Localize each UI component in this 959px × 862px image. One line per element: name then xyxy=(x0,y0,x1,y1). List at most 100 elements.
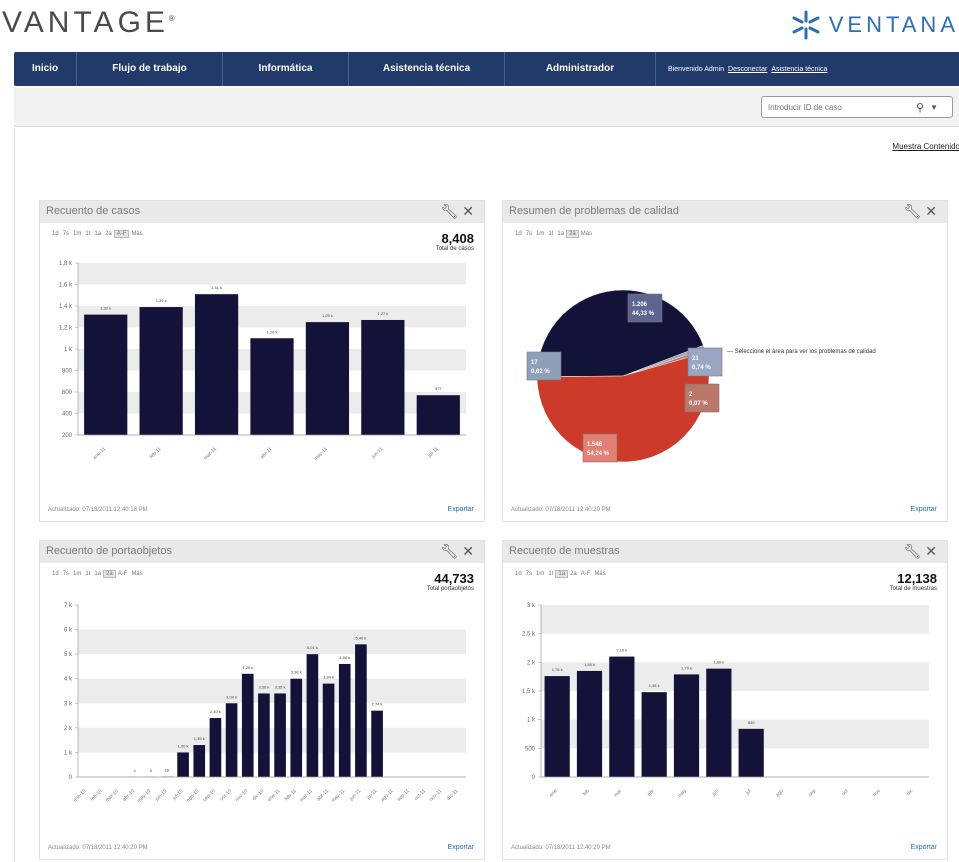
data-label: 3,98 k xyxy=(291,670,302,675)
bar xyxy=(139,307,183,435)
range-option[interactable]: 1a xyxy=(92,231,103,237)
slice-value: 17 xyxy=(531,360,538,366)
range-option[interactable]: 1a xyxy=(555,231,566,237)
export-link[interactable]: Exportar xyxy=(448,506,474,513)
range-option[interactable]: Más xyxy=(129,571,144,577)
close-icon[interactable]: ✕ xyxy=(925,543,941,559)
export-link[interactable]: Exportar xyxy=(911,844,937,851)
quality-pie-chart[interactable]: 1.20644,33 %1.54654,24 %210,74 %20,07 %1… xyxy=(513,261,743,481)
wrench-icon[interactable]: 🔧︎ xyxy=(440,203,462,219)
range-option[interactable]: 7s xyxy=(61,571,71,577)
x-tick-label: ago-10 xyxy=(185,788,200,803)
x-tick-label: ene-11 xyxy=(267,788,282,803)
export-link[interactable]: Exportar xyxy=(911,506,937,513)
bar xyxy=(361,319,405,435)
range-option[interactable]: 1m xyxy=(534,231,546,237)
y-tick-label: 1,5 k xyxy=(522,689,536,695)
range-option[interactable]: 1d xyxy=(513,571,524,577)
bar xyxy=(209,718,222,777)
x-tick-label: ago-11 xyxy=(380,788,395,803)
x-tick-label: sep xyxy=(807,788,817,798)
range-option[interactable]: 1d xyxy=(50,231,61,237)
range-option[interactable]: A-F xyxy=(579,571,593,577)
x-tick-label: feb xyxy=(582,788,591,797)
range-option[interactable]: 2a xyxy=(103,231,114,237)
show-content-link[interactable]: Muestra Contenido xyxy=(892,142,959,151)
wrench-icon[interactable]: 🔧︎ xyxy=(903,203,925,219)
snowflake-icon xyxy=(792,10,820,40)
panel-title: Recuento de muestras xyxy=(509,545,620,557)
range-option[interactable]: 7s xyxy=(524,571,534,577)
y-tick-label: 7 k xyxy=(64,603,73,609)
data-label: 2,10 k xyxy=(616,648,627,653)
range-option[interactable]: 7s xyxy=(61,231,71,237)
nav-inicio[interactable]: Inicio xyxy=(14,52,77,86)
range-selector: 1d 7s 1m 1t 1a 2a Más xyxy=(513,230,594,238)
x-tick-label: jun xyxy=(711,788,721,798)
range-option[interactable]: 7s xyxy=(524,231,534,237)
slice-label-box xyxy=(582,433,618,463)
help-link[interactable]: Asistencia técnica xyxy=(771,66,827,73)
data-label: 3,04 k xyxy=(226,694,237,699)
logout-link[interactable]: Desconectar xyxy=(728,66,767,73)
y-tick-label: 2 k xyxy=(527,660,536,666)
wrench-icon[interactable]: 🔧︎ xyxy=(440,543,462,559)
nav-administrador[interactable]: Administrador xyxy=(505,52,656,86)
bar xyxy=(416,395,460,435)
slides-panel: Recuento de portaobjetos 🔧︎✕ 1d 7s 1m 1t 1a 2… xyxy=(39,540,485,860)
samples-bar-chart: 0 500 1 k 1,5 k 2 k 2,5 k 3 k 1,76 k ene 1,85 k fe… xyxy=(522,603,929,799)
updated-text: Actualizado: 07/18/2011 12:40:20 PM xyxy=(48,845,148,851)
chevron-down-icon[interactable]: ▼ xyxy=(930,103,938,112)
range-option[interactable]: 2a xyxy=(568,571,579,577)
x-tick-label: ago xyxy=(775,788,785,798)
x-tick-label: jul xyxy=(744,788,752,796)
close-icon[interactable]: ✕ xyxy=(925,203,941,219)
slides-bar-chart: 0 1 k 2 k 3 k 4 k 5 k 6 k 7 k ene-10 feb-10 mar-10… xyxy=(64,603,466,804)
range-option[interactable]: Más xyxy=(129,231,144,237)
slice-percent: 54,24 % xyxy=(587,451,610,457)
data-label: 1,51 k xyxy=(211,285,222,290)
y-tick-label: 1 k xyxy=(64,347,73,353)
cases-panel: Recuento de casos 🔧︎✕ 1d 7s 1m 1t 1a 2a A-F Más… xyxy=(39,200,485,522)
y-tick-label: 500 xyxy=(525,746,536,752)
range-option[interactable]: 1d xyxy=(513,231,524,237)
slice-percent: 0,07 % xyxy=(689,401,708,407)
close-icon[interactable]: ✕ xyxy=(462,543,478,559)
export-link[interactable]: Exportar xyxy=(448,844,474,851)
grid-band xyxy=(78,727,466,753)
bar xyxy=(322,683,335,777)
x-tick-label: oct-11 xyxy=(413,788,427,802)
dashboard-content: Muestra Contenido Recuento de casos 🔧︎✕ … xyxy=(14,128,959,862)
close-icon[interactable]: ✕ xyxy=(462,203,478,219)
grid-band xyxy=(78,678,466,704)
search-icon[interactable]: ⚲ xyxy=(916,101,924,114)
range-option[interactable]: 2a xyxy=(566,230,579,238)
x-tick-label: nov-10 xyxy=(234,788,249,803)
total-label: Total de casos xyxy=(435,246,474,252)
data-label: 1,25 k xyxy=(322,313,333,318)
x-tick-label: abr-11 xyxy=(259,446,273,460)
range-option[interactable]: Más xyxy=(579,231,594,237)
x-tick-label: feb-11 xyxy=(284,788,298,802)
range-option[interactable]: Más xyxy=(592,571,607,577)
wrench-icon[interactable]: 🔧︎ xyxy=(903,543,925,559)
grid-band xyxy=(78,306,466,328)
range-option[interactable]: 1m xyxy=(534,571,546,577)
bar xyxy=(338,663,351,777)
nav-flujo-trabajo[interactable]: Flujo de trabajo xyxy=(77,52,223,86)
x-tick-label: mar-10 xyxy=(104,788,120,804)
nav-informatica[interactable]: Informática xyxy=(223,52,349,86)
range-option[interactable]: 1a xyxy=(555,570,569,578)
range-option[interactable]: 1d xyxy=(50,571,61,577)
range-option[interactable]: A-F xyxy=(113,230,130,238)
range-option[interactable]: 1m xyxy=(71,571,83,577)
case-id-input[interactable] xyxy=(766,101,910,113)
range-option[interactable]: 1m xyxy=(71,231,83,237)
nav-asistencia[interactable]: Asistencia técnica xyxy=(349,52,505,86)
x-tick-label: abr-10 xyxy=(122,788,137,803)
range-option[interactable]: A-F xyxy=(116,571,130,577)
range-option[interactable]: 2a xyxy=(103,570,116,578)
data-label: 2,40 k xyxy=(210,709,221,714)
data-label: 1,85 k xyxy=(584,662,595,667)
range-option[interactable]: 1a xyxy=(92,571,103,577)
